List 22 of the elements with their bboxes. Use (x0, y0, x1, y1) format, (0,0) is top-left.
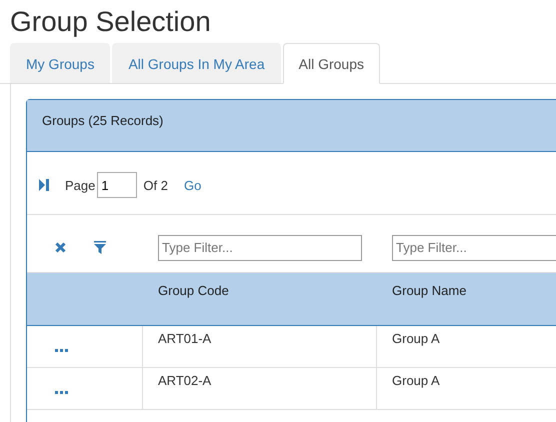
filter-field[interactable]: Type Filter... (392, 234, 556, 260)
go-link[interactable]: Go (184, 178, 202, 192)
table-cell: ART02-A (143, 368, 377, 410)
filter-field[interactable]: Type Filter... (158, 234, 362, 260)
column-header[interactable]: Group Name (377, 272, 556, 326)
last-page-icon[interactable] (39, 179, 49, 191)
close-icon[interactable] (55, 242, 66, 253)
table-cell: Group A (377, 326, 556, 368)
page-label: Page (65, 178, 96, 192)
page-input[interactable]: 1 (97, 172, 138, 198)
tab[interactable]: All Groups (282, 43, 380, 84)
page-count: Of 2 (143, 178, 168, 192)
page-title: Group Selection (9, 5, 212, 39)
more-icon[interactable] (55, 391, 68, 394)
column-header[interactable]: Group Code (143, 272, 377, 326)
panel-heading: Groups (25 Records) (27, 100, 556, 152)
tab[interactable]: My Groups (10, 43, 110, 83)
table-cell: Group A (377, 368, 556, 410)
more-icon[interactable] (55, 349, 68, 352)
tab[interactable]: All Groups In My Area (112, 43, 281, 83)
filter-icon[interactable] (94, 241, 106, 254)
table-cell: ART01-A (143, 326, 377, 368)
